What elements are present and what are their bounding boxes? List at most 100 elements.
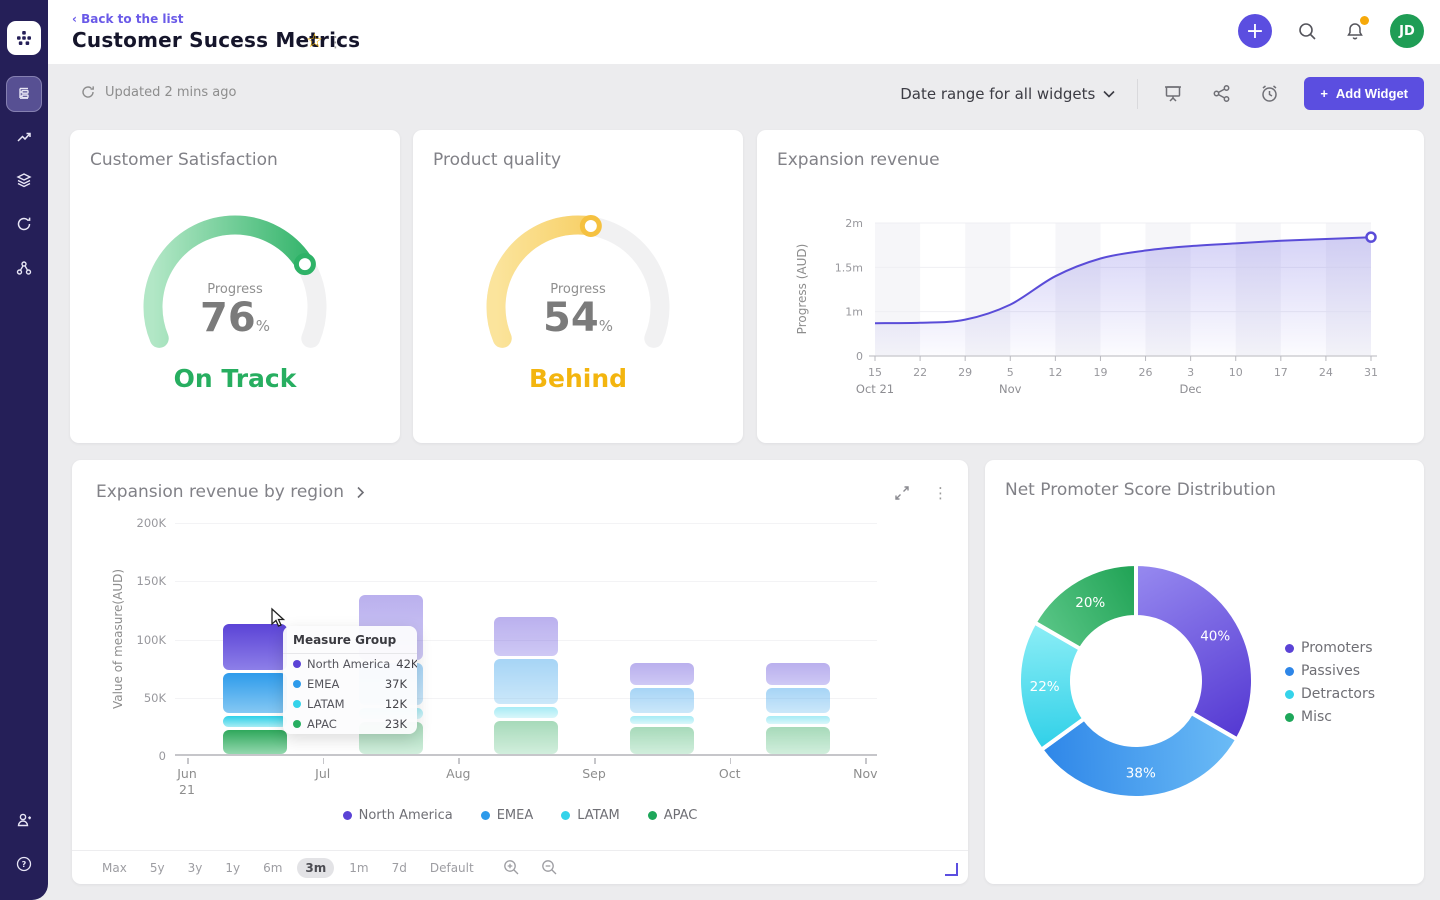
month-label: Oct 21: [856, 382, 894, 396]
toolbar-divider: [1137, 79, 1138, 109]
expand-widget-button[interactable]: [889, 480, 915, 506]
sidebar-item-dashboards[interactable]: [6, 76, 42, 112]
widget-menu-icon[interactable]: ⋮: [933, 484, 948, 502]
range-button-6m[interactable]: 6m: [255, 858, 290, 878]
sidebar-item-help[interactable]: ?: [6, 846, 42, 882]
zoom-out-icon: [541, 859, 558, 876]
sidebar-item-sync[interactable]: [6, 206, 42, 242]
range-button-3m[interactable]: 3m: [297, 858, 334, 878]
app-logo[interactable]: [7, 21, 41, 55]
range-button-3y[interactable]: 3y: [180, 858, 211, 878]
toolbar: Updated 2 mins ago Date range for all wi…: [48, 64, 1440, 122]
bar-segment-north-america[interactable]: [494, 617, 558, 656]
y-tick-label: 200K: [110, 516, 166, 530]
chevron-down-icon: [1103, 90, 1115, 98]
bar-stack[interactable]: [494, 617, 558, 754]
range-button-1m[interactable]: 1m: [341, 858, 376, 878]
legend-dot: [561, 811, 570, 820]
bar-segment-north-america[interactable]: [223, 624, 287, 670]
legend-item-passives[interactable]: Passives: [1285, 663, 1375, 679]
zoom-in-button[interactable]: [503, 859, 520, 876]
date-range-label: Date range for all widgets: [900, 85, 1095, 103]
schedule-button[interactable]: [1256, 81, 1282, 107]
bar-segment-latam[interactable]: [223, 716, 287, 727]
tooltip-row: APAC23K: [283, 714, 417, 734]
search-button[interactable]: [1294, 18, 1320, 44]
x-tick-mark: [865, 758, 867, 764]
range-button-7d[interactable]: 7d: [384, 858, 415, 878]
y-tick-label: 100K: [110, 633, 166, 647]
gauge-value: 54: [543, 295, 599, 341]
range-button-default[interactable]: Default: [422, 858, 482, 878]
legend-item[interactable]: APAC: [648, 808, 698, 823]
sync-icon: [15, 215, 33, 233]
legend-item[interactable]: EMEA: [481, 808, 534, 823]
back-link[interactable]: ‹ Back to the list: [72, 12, 184, 26]
resize-handle[interactable]: [945, 863, 958, 876]
create-new-button[interactable]: +: [1238, 14, 1272, 48]
legend-dot: [1285, 644, 1294, 653]
date-range-select[interactable]: Date range for all widgets: [900, 85, 1115, 103]
range-button-max[interactable]: Max: [94, 858, 135, 878]
favorite-star-icon[interactable]: ☆: [306, 30, 323, 52]
bar-stack[interactable]: [223, 624, 287, 754]
avatar[interactable]: JD: [1390, 14, 1424, 48]
zoom-out-button[interactable]: [541, 859, 558, 876]
tooltip-series-name: EMEA: [307, 677, 379, 691]
tooltip-series-value: 23K: [385, 717, 407, 731]
bar-stack[interactable]: [766, 663, 830, 754]
bar-segment-north-america[interactable]: [630, 663, 694, 686]
legend-item[interactable]: LATAM: [561, 808, 619, 823]
x-tick-label: Aug: [418, 766, 498, 782]
legend-item-misc[interactable]: Misc: [1285, 709, 1375, 725]
range-button-5y[interactable]: 5y: [142, 858, 173, 878]
tooltip-title: Measure Group: [283, 626, 417, 654]
bar-segment-emea[interactable]: [766, 688, 830, 713]
chart-tooltip: Measure Group North America42KEMEA37KLAT…: [283, 626, 417, 734]
gauge-unit: %: [256, 317, 270, 335]
legend-item-detractors[interactable]: Detractors: [1285, 686, 1375, 702]
sidebar-item-relations[interactable]: [6, 250, 42, 286]
bar-segment-apac[interactable]: [223, 730, 287, 754]
sidebar-item-metrics[interactable]: [6, 119, 42, 155]
gridline: [175, 581, 877, 582]
y-tick-label: 2m: [845, 217, 863, 230]
range-button-1y[interactable]: 1y: [217, 858, 248, 878]
month-label: Nov: [999, 382, 1022, 396]
bar-segment-latam[interactable]: [494, 707, 558, 718]
legend-label: Promoters: [1301, 640, 1373, 656]
bar-segment-apac[interactable]: [766, 727, 830, 754]
bar-segment-latam[interactable]: [766, 716, 830, 723]
bar-segment-north-america[interactable]: [766, 663, 830, 686]
legend-item-promoters[interactable]: Promoters: [1285, 640, 1375, 656]
legend-dot: [1285, 713, 1294, 722]
widget-title-link[interactable]: Expansion revenue by region: [96, 482, 365, 502]
gauge-value: 76: [200, 295, 256, 341]
refresh-icon[interactable]: [80, 84, 96, 100]
bar-segment-emea[interactable]: [494, 659, 558, 704]
expansion-revenue-line-chart[interactable]: 152229512192631017243101m1.5m2mOct 21Nov…: [817, 213, 1375, 403]
plus-icon: +: [1320, 86, 1328, 101]
share-button[interactable]: [1208, 81, 1234, 107]
sidebar-item-invite-user[interactable]: [6, 802, 42, 838]
widget-expansion-revenue: Expansion revenue Progress (AUD) 1522295…: [757, 130, 1424, 443]
present-button[interactable]: [1160, 81, 1186, 107]
expansion-by-region-bar-chart[interactable]: [175, 523, 877, 756]
nps-donut-chart[interactable]: 40%38%22%20%: [1016, 561, 1256, 801]
legend-label: Passives: [1301, 663, 1360, 679]
legend-dot: [481, 811, 490, 820]
range-selector-row: Max 5y 3y 1y 6m 3m 1m 7d Default: [72, 850, 968, 884]
donut-slice-label: 20%: [1075, 595, 1105, 611]
bar-segment-emea[interactable]: [223, 673, 287, 713]
title-menu-icon[interactable]: ⋮: [328, 33, 343, 51]
bar-segment-latam[interactable]: [630, 716, 694, 723]
bar-segment-apac[interactable]: [494, 721, 558, 754]
bar-segment-apac[interactable]: [630, 727, 694, 754]
bar-segment-emea[interactable]: [630, 688, 694, 713]
notifications-button[interactable]: [1342, 18, 1368, 44]
add-widget-button[interactable]: + Add Widget: [1304, 77, 1424, 110]
tooltip-series-value: 42K: [396, 657, 417, 671]
legend-item[interactable]: North America: [343, 808, 453, 823]
sidebar-item-layers[interactable]: [6, 162, 42, 198]
bar-stack[interactable]: [630, 663, 694, 754]
